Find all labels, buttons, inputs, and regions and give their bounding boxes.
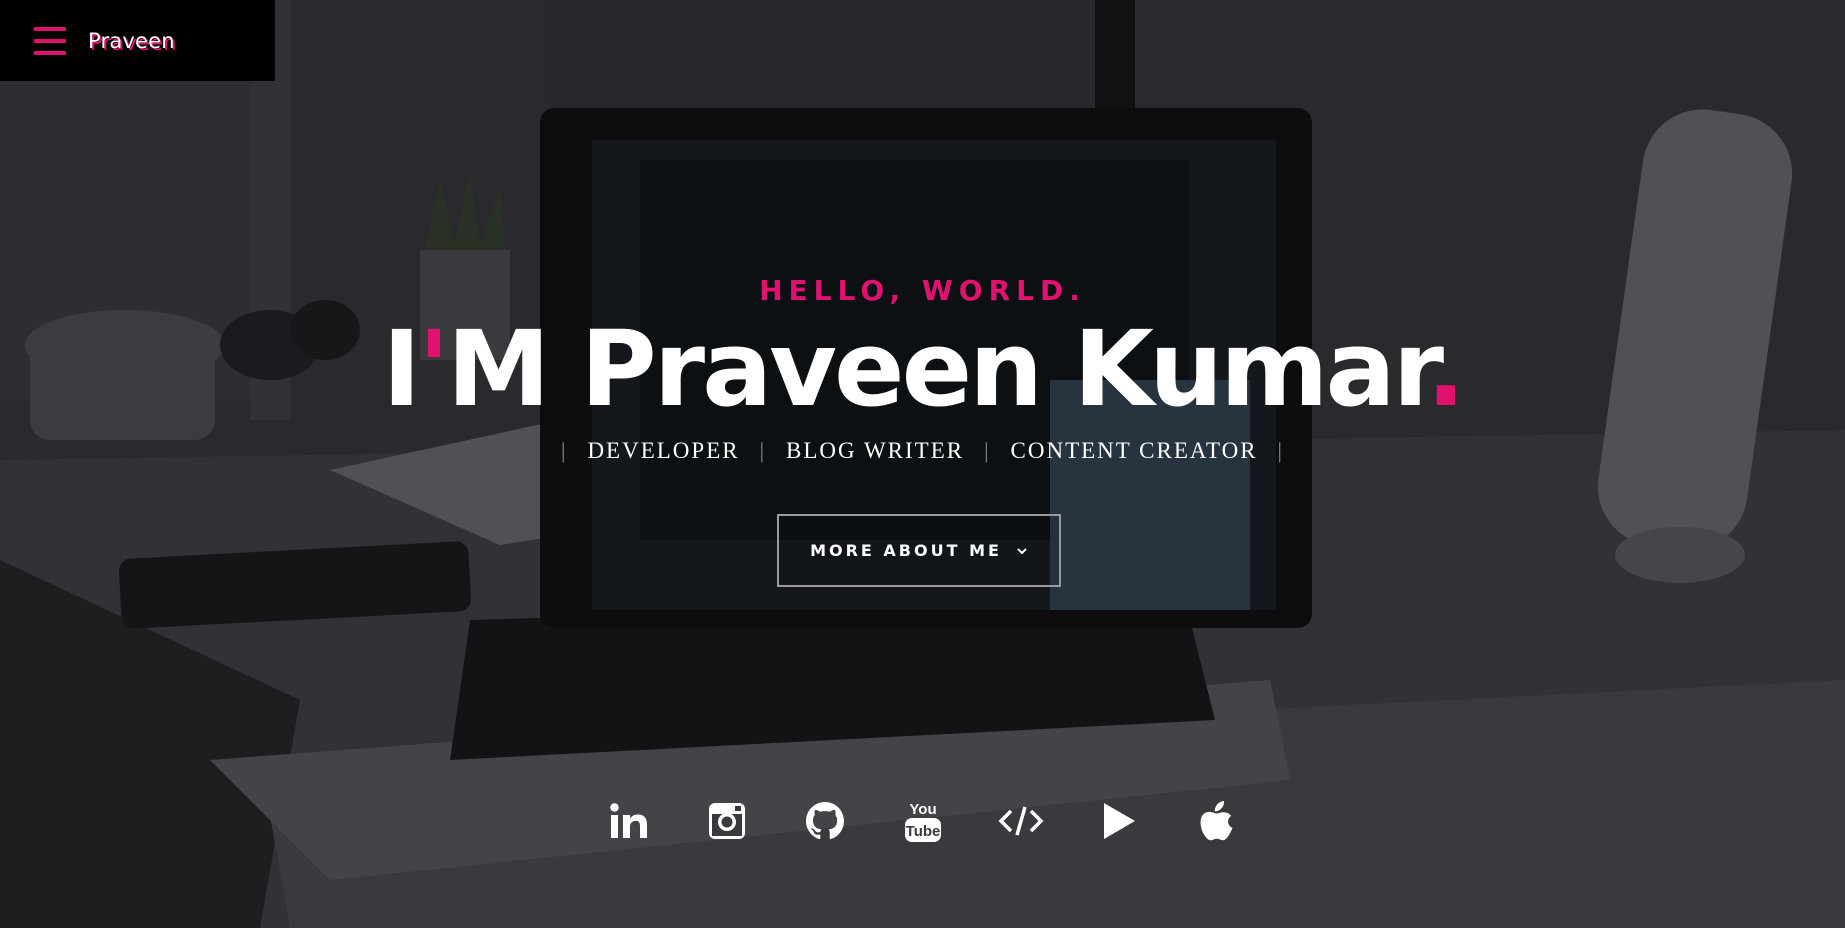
hamburger-icon[interactable]	[34, 26, 66, 55]
more-about-me-label: MORE ABOUT ME	[810, 541, 1002, 560]
social-links: You Tube	[0, 796, 1845, 846]
instagram-icon	[708, 803, 745, 839]
svg-text:You: You	[909, 801, 936, 818]
background-overlay	[0, 0, 1845, 928]
apple-link[interactable]	[1168, 796, 1266, 846]
linkedin-icon	[609, 803, 647, 838]
youtube-link[interactable]: You Tube	[874, 796, 972, 846]
role-separator: |	[984, 438, 991, 463]
title-name: M Praveen Kumar	[446, 308, 1429, 430]
svg-text:Tube: Tube	[905, 823, 940, 840]
code-icon	[998, 806, 1043, 836]
role-separator: |	[759, 438, 767, 463]
play-icon	[1103, 803, 1135, 839]
title-prefix: I	[382, 308, 421, 430]
apple-icon	[1200, 801, 1232, 841]
instagram-link[interactable]	[678, 796, 776, 846]
github-icon	[805, 802, 844, 840]
title-apostrophe: '	[418, 308, 450, 430]
github-link[interactable]	[776, 796, 874, 846]
more-about-me-button[interactable]: MORE ABOUT ME	[777, 514, 1061, 587]
youtube-icon: You Tube	[904, 801, 941, 842]
top-nav: Praveen	[0, 0, 275, 81]
title-dot: .	[1426, 308, 1465, 430]
hero-title: I'M Praveen Kumar.	[0, 308, 1845, 430]
chevron-down-icon	[1017, 547, 1027, 554]
brand-name[interactable]: Praveen	[88, 29, 175, 53]
greeting: HELLO, WORLD.	[759, 274, 1086, 307]
role-separator: |	[1277, 438, 1284, 463]
role-developer: DEVELOPER	[587, 438, 740, 463]
role-content-creator: CONTENT CREATOR	[1010, 438, 1258, 463]
role-blog-writer: BLOG WRITER	[786, 438, 965, 463]
role-separator: |	[561, 438, 568, 463]
code-link[interactable]	[972, 796, 1070, 846]
play-store-link[interactable]	[1070, 796, 1168, 846]
linkedin-link[interactable]	[580, 796, 678, 846]
hero-section: Praveen HELLO, WORLD. I'M Praveen Kumar.…	[0, 0, 1845, 928]
role-list: | DEVELOPER | BLOG WRITER | CONTENT CREA…	[0, 438, 1845, 464]
